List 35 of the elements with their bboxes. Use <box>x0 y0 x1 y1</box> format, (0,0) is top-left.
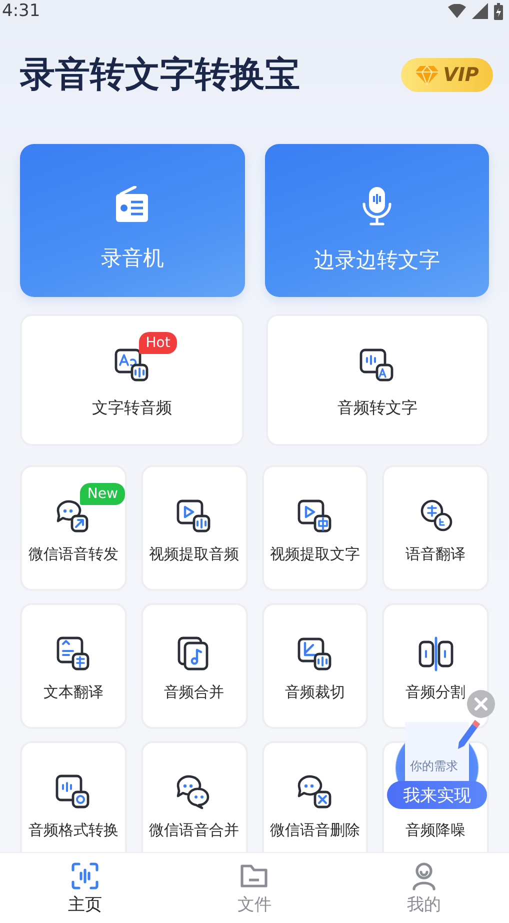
video-text-icon <box>296 497 334 535</box>
tool-card[interactable]: 音频格式转换 <box>20 741 127 852</box>
text-to-audio-icon <box>112 346 151 384</box>
tool-card[interactable]: 音频合并 <box>140 603 248 729</box>
split-audio-icon <box>416 635 455 673</box>
radio-icon <box>115 186 150 224</box>
tool-card[interactable]: New 微信语音转发 <box>20 465 127 591</box>
tag-label: New <box>80 483 125 505</box>
tool-card[interactable]: 音频裁切 <box>262 603 368 729</box>
chat-delete-icon <box>296 773 334 811</box>
nav-tab[interactable]: 主页 <box>0 853 170 923</box>
status-time: 4:31 <box>2 1 40 21</box>
app-title: 录音转文字转换宝 <box>20 54 300 97</box>
wifi-icon <box>448 4 466 18</box>
battery-icon <box>494 2 503 20</box>
diamond-icon <box>415 65 440 85</box>
tool-card[interactable]: 音频转文字 <box>266 314 489 446</box>
tool-card[interactable]: 视频提取文字 <box>262 465 368 591</box>
promo-button[interactable]: 我来实现 <box>387 781 487 809</box>
tool-card[interactable]: 语音翻译 <box>382 465 489 591</box>
signal-icon <box>472 3 488 19</box>
crop-audio-icon <box>296 635 334 673</box>
voice-scan-icon <box>70 860 100 890</box>
promo-popup[interactable]: 你的需求 我来实现 <box>387 718 487 809</box>
vip-button[interactable]: VIP <box>401 58 493 92</box>
tool-card[interactable]: 文本翻译 <box>20 603 127 729</box>
tag-label: Hot <box>138 332 178 354</box>
promo-caption: 你的需求 <box>410 758 458 775</box>
tool-card[interactable]: 视频提取音频 <box>140 465 248 591</box>
microphone-icon <box>362 186 392 226</box>
tool-card[interactable]: Hot 文字转音频 <box>20 314 244 446</box>
tool-card[interactable]: 微信语音删除 <box>262 741 368 852</box>
close-icon <box>474 697 488 711</box>
tool-card[interactable]: 微信语音合并 <box>140 741 248 852</box>
pen-icon <box>457 718 481 750</box>
